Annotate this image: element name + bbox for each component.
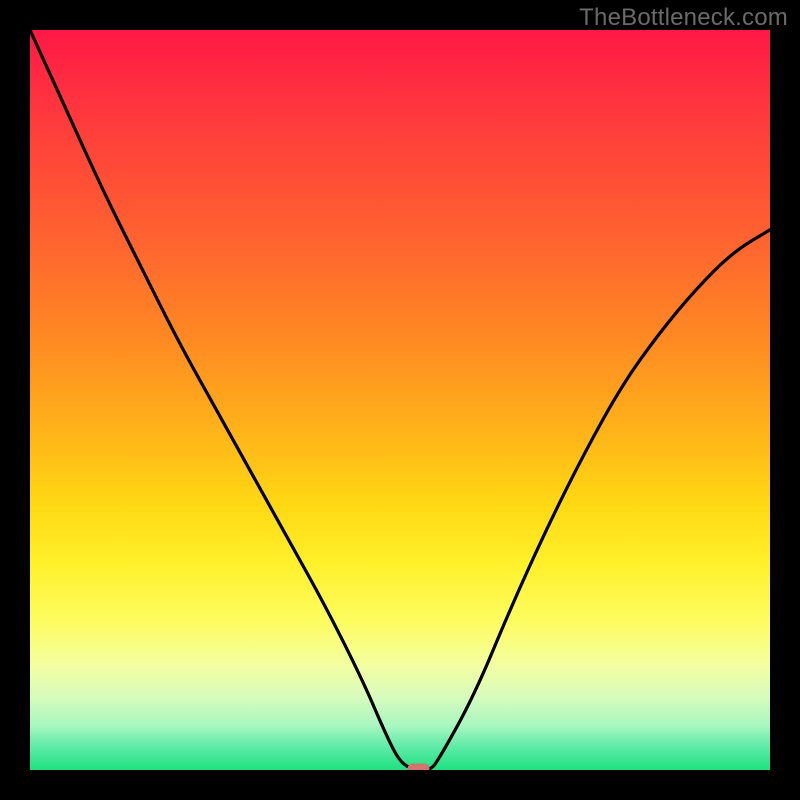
watermark-text: TheBottleneck.com (579, 4, 788, 32)
min-marker (408, 764, 430, 771)
curve-layer (30, 30, 770, 770)
plot-area (30, 30, 770, 770)
bottleneck-curve (30, 30, 770, 770)
chart-frame: TheBottleneck.com (0, 0, 800, 800)
